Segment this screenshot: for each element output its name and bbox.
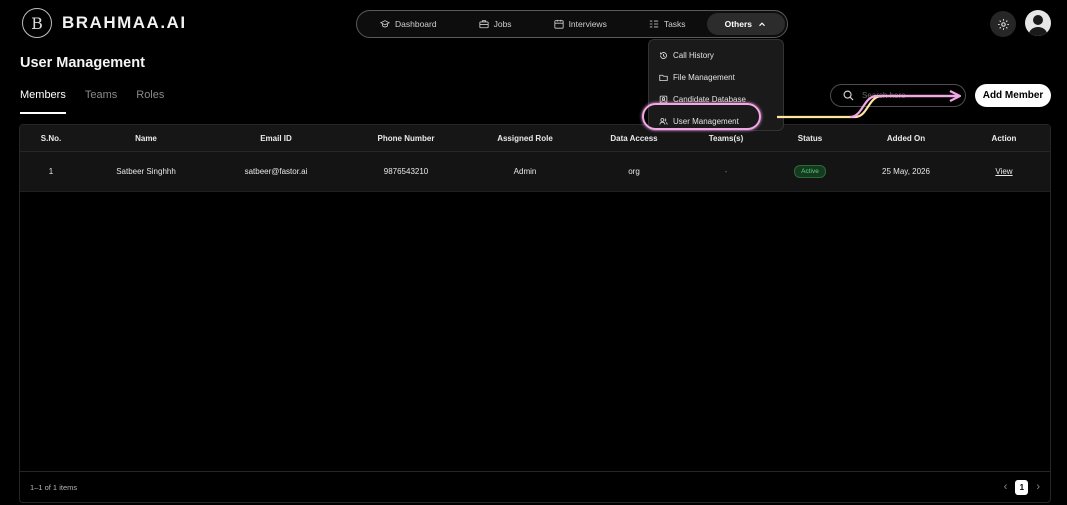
search-icon [843, 90, 854, 101]
cell-access: org [628, 167, 640, 176]
cell-name: Satbeer Singhhh [116, 167, 176, 176]
nav-dashboard-label: Dashboard [395, 19, 437, 29]
add-member-button[interactable]: Add Member [975, 84, 1051, 107]
pagination: ‹ 1 › [1004, 479, 1040, 495]
nav-interviews-label: Interviews [568, 19, 607, 29]
column-header-action: Action [991, 133, 1017, 143]
table-footer: 1–1 of 1 items ‹ 1 › [20, 471, 1050, 502]
user-avatar[interactable] [1025, 10, 1051, 36]
others-dropdown: Call History File Management Candidate D… [648, 39, 784, 131]
menu-item-call-history[interactable]: Call History [649, 44, 783, 66]
cell-email: satbeer@fastor.ai [244, 167, 308, 176]
page-title: User Management [20, 55, 145, 71]
cell-sno: 1 [48, 167, 54, 176]
top-navigation: Dashboard Jobs Interviews Tasks Others [356, 10, 788, 38]
menu-item-label: Call History [673, 50, 714, 60]
column-header-teams: Teams(s) [708, 133, 744, 143]
page-number[interactable]: 1 [1015, 479, 1029, 495]
tab-teams[interactable]: Teams [85, 89, 117, 114]
briefcase-icon [479, 20, 489, 29]
prev-page-icon[interactable]: ‹ [1004, 481, 1008, 493]
logo-icon: B [22, 8, 52, 38]
nav-tasks-label: Tasks [663, 19, 686, 29]
nav-jobs-label: Jobs [493, 19, 512, 29]
checklist-icon [649, 20, 658, 28]
items-count: 1–1 of 1 items [30, 482, 78, 492]
users-icon [659, 117, 668, 125]
cell-teams: - [724, 167, 728, 176]
cell-phone: 9876543210 [383, 167, 429, 176]
nav-jobs[interactable]: Jobs [470, 13, 521, 35]
tab-bar: Members Teams Roles [20, 89, 164, 114]
menu-item-label: Candidate Database [673, 94, 746, 104]
next-page-icon[interactable]: › [1036, 481, 1040, 493]
tab-members[interactable]: Members [20, 89, 66, 114]
status-badge: Active [794, 165, 826, 178]
chevron-up-icon [759, 22, 765, 27]
calendar-icon [553, 19, 564, 29]
column-header-status: Status [797, 133, 823, 143]
menu-item-label: User Management [673, 116, 739, 126]
view-link[interactable]: View [995, 167, 1012, 176]
history-icon [660, 51, 667, 59]
search-input[interactable] [862, 91, 952, 100]
nav-interviews[interactable]: Interviews [545, 13, 616, 35]
column-header-sno: S.No. [40, 133, 62, 143]
cell-status: Active [764, 165, 856, 178]
column-header-name: Name [135, 133, 157, 143]
nav-dashboard[interactable]: Dashboard [371, 13, 446, 35]
column-header-access: Data Access [610, 133, 658, 143]
table-row[interactable]: 1 Satbeer Singhhh satbeer@fastor.ai 9876… [20, 152, 1050, 192]
settings-button[interactable] [990, 11, 1016, 37]
cell-role: Admin [513, 167, 537, 176]
menu-item-candidate-database[interactable]: Candidate Database [649, 88, 783, 110]
column-header-role: Assigned Role [497, 133, 553, 143]
gear-icon [997, 18, 1009, 30]
column-header-added: Added On [886, 133, 926, 143]
table-header: S.No. Name Email ID Phone Number Assigne… [20, 125, 1050, 152]
members-table: S.No. Name Email ID Phone Number Assigne… [19, 124, 1051, 503]
menu-item-user-management[interactable]: User Management [649, 110, 783, 132]
brand-name: BRAHMAA.AI [62, 13, 187, 32]
tab-roles[interactable]: Roles [136, 89, 164, 114]
column-header-email: Email ID [260, 133, 292, 143]
cell-action: View [956, 167, 1052, 176]
user-icon [1028, 15, 1048, 36]
database-icon [659, 95, 668, 103]
nav-others[interactable]: Others [706, 13, 785, 35]
menu-item-file-management[interactable]: File Management [649, 66, 783, 88]
search-box [830, 84, 966, 107]
menu-item-label: File Management [673, 72, 735, 82]
brand-logo[interactable]: B BRAHMAA.AI [22, 8, 187, 38]
nav-others-label: Others [724, 19, 752, 29]
graduation-cap-icon [380, 20, 390, 28]
cell-added: 25 May, 2026 [882, 167, 930, 176]
column-header-phone: Phone Number [377, 133, 435, 143]
folder-icon [659, 74, 668, 81]
nav-tasks[interactable]: Tasks [640, 13, 695, 35]
